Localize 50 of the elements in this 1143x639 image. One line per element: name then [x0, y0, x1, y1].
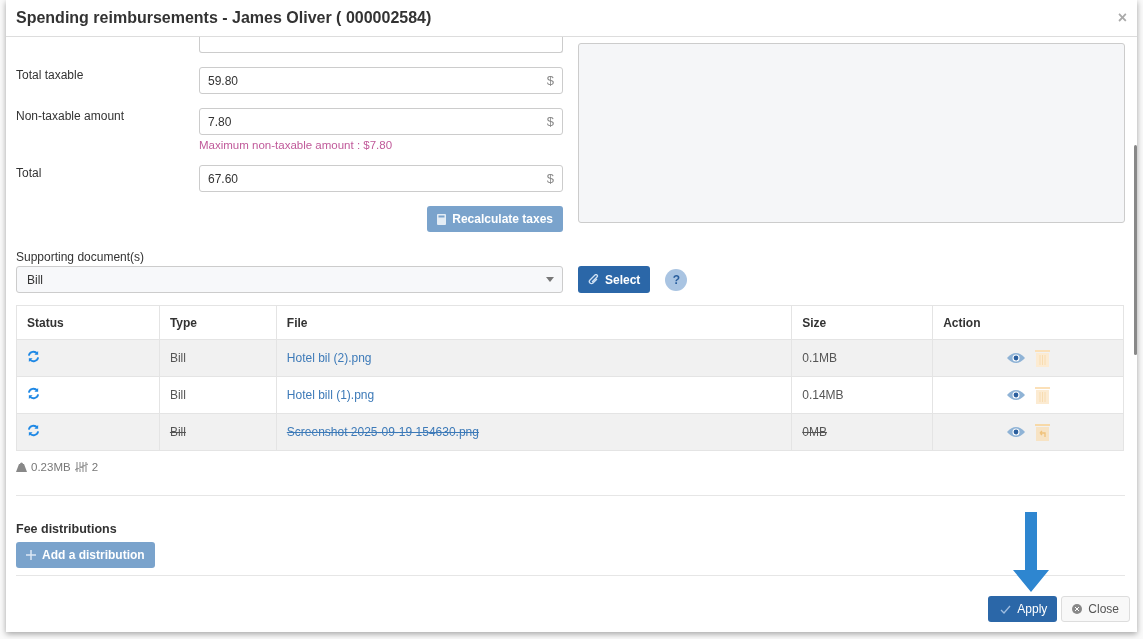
trash-icon[interactable] [1034, 386, 1050, 404]
total-size: 0.23MB [31, 461, 71, 473]
tally-icon [74, 462, 88, 472]
text-area[interactable] [578, 43, 1125, 223]
close-button[interactable]: Close [1061, 596, 1130, 622]
document-type-select[interactable]: Bill [16, 266, 563, 293]
refresh-icon [27, 387, 40, 400]
table-cell: Bill [169, 425, 186, 439]
field-label: Supporting document(s) [16, 250, 146, 264]
table-cell: Bill [169, 351, 186, 365]
trash-icon[interactable] [1034, 349, 1050, 367]
apply-button[interactable]: Apply [988, 596, 1058, 622]
field-label: Non-taxable amount [16, 108, 126, 125]
plus-icon [26, 550, 36, 560]
refresh-icon [27, 424, 40, 437]
file-link[interactable]: Hotel bil (2).png [286, 351, 372, 365]
field-label: Total taxable [16, 67, 85, 84]
column-header: Size [791, 305, 933, 340]
weight-icon [16, 462, 27, 472]
eye-icon[interactable] [1006, 389, 1025, 401]
table-cell: Bill [169, 388, 186, 402]
checkmark-icon [1000, 604, 1012, 614]
column-header: Action [932, 305, 1124, 340]
eye-icon[interactable] [1006, 426, 1025, 438]
restore-icon[interactable] [1034, 423, 1050, 441]
column-header: File [276, 305, 792, 340]
select-button[interactable]: Select [578, 266, 651, 293]
table-cell: 0MB [802, 425, 827, 439]
file-count: 2 [91, 461, 99, 473]
input-field[interactable]: 7.80 $ [199, 108, 563, 135]
field-label: Total [16, 165, 43, 182]
section-title: Fee distributions [16, 522, 118, 536]
file-link[interactable]: Hotel bill (1).png [286, 388, 375, 402]
close-icon [1072, 604, 1083, 614]
calculator-icon [437, 213, 447, 225]
refresh-icon [27, 350, 40, 363]
input-field[interactable]: 59.80 $ [199, 67, 563, 94]
input-field[interactable]: 67.60 $ [199, 165, 563, 192]
column-header: Status [16, 305, 160, 340]
input-field[interactable] [199, 37, 563, 53]
eye-icon[interactable] [1006, 352, 1025, 364]
file-link[interactable]: Screenshot 2025-09-19 154630.png [286, 425, 479, 439]
table-cell: 0.1MB [802, 351, 837, 365]
hint-text: Maximum non-taxable amount : $7.80 [199, 139, 394, 151]
caret-icon [546, 277, 554, 282]
help-icon[interactable]: ? [665, 268, 688, 291]
column-header: Type [159, 305, 277, 340]
paperclip-icon [588, 273, 599, 286]
table-cell: 0.14MB [802, 388, 844, 402]
dialog-title: Spending reimbursements - James Oliver ( 000002584) [16, 9, 432, 27]
